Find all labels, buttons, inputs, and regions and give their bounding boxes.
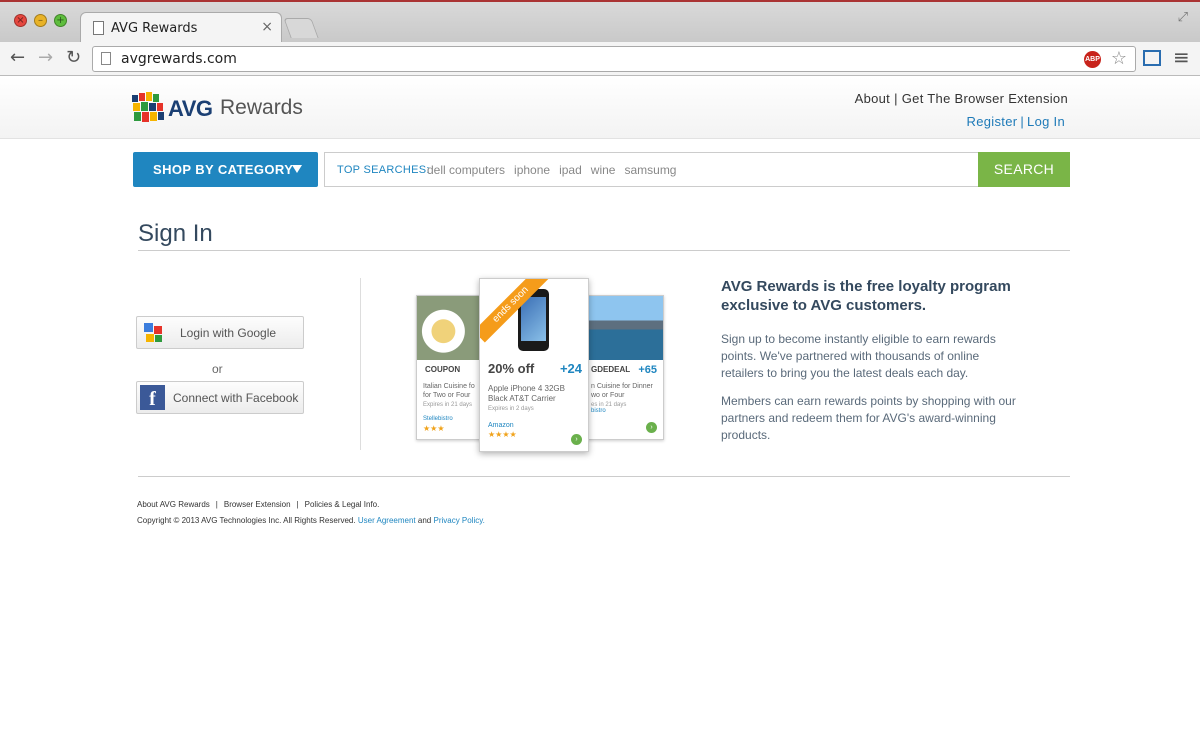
- deal-type: GDEDEAL: [591, 365, 631, 374]
- browser-titlebar: × – + AVG Rewards × ⤢: [0, 0, 1200, 44]
- close-icon: ×: [16, 15, 25, 26]
- and-text: and: [417, 516, 432, 525]
- top-links: About | Get The Browser Extension: [855, 91, 1068, 106]
- forward-arrow-icon[interactable]: →: [38, 47, 53, 68]
- connect-with-facebook-button[interactable]: f Connect with Facebook: [136, 381, 304, 414]
- top-search-term[interactable]: iphone: [514, 163, 550, 177]
- top-search-term[interactable]: samsumg: [624, 163, 676, 177]
- back-arrow-icon[interactable]: ←: [10, 47, 25, 68]
- promo-heading: AVG Rewards is the free loyalty program …: [721, 278, 1011, 314]
- page-icon: [93, 21, 104, 35]
- screen-capture-icon[interactable]: [1143, 50, 1161, 66]
- food-photo: [417, 296, 483, 360]
- deal-expiry: Expires in 2 days: [488, 406, 534, 412]
- footer-extension-link[interactable]: Browser Extension: [224, 500, 291, 509]
- url-text[interactable]: avgrewards.com: [121, 51, 237, 67]
- page-title: Sign In: [138, 220, 213, 247]
- register-link[interactable]: Register: [967, 114, 1018, 129]
- facebook-icon: f: [140, 385, 165, 410]
- footer-separator: |: [296, 500, 299, 509]
- login-link[interactable]: Log In: [1027, 114, 1065, 129]
- top-searches-label: TOP SEARCHES:: [337, 164, 430, 176]
- about-link[interactable]: About: [855, 91, 890, 106]
- shop-by-category-label: SHOP BY CATEGORY: [153, 162, 294, 177]
- deal-points: +24: [559, 361, 582, 376]
- divider: [138, 250, 1070, 251]
- copyright-text: Copyright © 2013 AVG Technologies Inc. A…: [137, 516, 356, 525]
- google-icon: [144, 323, 162, 342]
- caret-down-icon: [292, 165, 302, 173]
- deal-merchant: bistro: [591, 408, 606, 414]
- copyright: Copyright © 2013 AVG Technologies Inc. A…: [137, 516, 485, 525]
- shop-by-category-button[interactable]: SHOP BY CATEGORY: [133, 152, 318, 187]
- new-tab-button[interactable]: [283, 18, 319, 38]
- privacy-policy-link[interactable]: Privacy Policy.: [433, 516, 484, 525]
- browser-toolbar: ← → ↻ avgrewards.com ABP ☆ ≡: [0, 42, 1200, 76]
- adblock-icon[interactable]: ABP: [1084, 51, 1101, 68]
- brand-subtitle[interactable]: Rewards: [220, 96, 303, 120]
- close-window-button[interactable]: ×: [14, 14, 27, 27]
- deal-description: Italian Cuisine fo for Two or Four: [423, 383, 475, 399]
- footer-policies-link[interactable]: Policies & Legal Info.: [305, 500, 380, 509]
- go-arrow-icon: ›: [646, 422, 657, 433]
- promo-paragraph: Sign up to become instantly eligible to …: [721, 332, 996, 380]
- facebook-button-label: Connect with Facebook: [173, 391, 299, 405]
- deal-points: +65: [638, 364, 657, 376]
- account-links: Register | Log In: [967, 114, 1065, 129]
- deal-type: COUPON: [425, 365, 461, 374]
- or-label: or: [212, 362, 223, 376]
- vertical-divider: [360, 278, 361, 450]
- star-icon[interactable]: ☆: [1111, 48, 1127, 69]
- deal-card-featured: ends soon 20% off +24 Apple iPhone 4 32G…: [479, 278, 589, 452]
- tab-title: AVG Rewards: [111, 21, 198, 36]
- address-bar[interactable]: avgrewards.com ABP ☆: [92, 46, 1136, 72]
- deal-merchant: Stellebistro: [423, 416, 453, 422]
- deal-card-goodeal: GDEDEAL +65 n Cuisine for Dinner wo or Fo…: [588, 295, 664, 440]
- top-search-term[interactable]: dell computers: [427, 163, 505, 177]
- login-with-google-button[interactable]: Login with Google: [136, 316, 304, 349]
- deal-description: n Cuisine for Dinner wo or Four: [591, 383, 653, 399]
- go-arrow-icon: ›: [571, 434, 582, 445]
- brand-name[interactable]: AVG: [168, 96, 213, 122]
- link-separator: |: [1020, 114, 1025, 129]
- top-search-term[interactable]: wine: [591, 163, 616, 177]
- google-button-label: Login with Google: [180, 326, 277, 340]
- search-button[interactable]: SEARCH: [978, 152, 1070, 187]
- link-separator: |: [894, 91, 898, 106]
- top-search-terms: dell computers iphone ipad wine samsumg: [427, 163, 685, 177]
- browser-extension-link[interactable]: Get The Browser Extension: [902, 91, 1068, 106]
- footer-links: About AVG Rewards | Browser Extension | Poli…: [137, 500, 379, 509]
- page: AVG Rewards About | Get The Browser Extens…: [0, 77, 1200, 735]
- plus-icon: +: [56, 15, 65, 26]
- site-header: AVG Rewards About | Get The Browser Extens…: [0, 77, 1200, 139]
- top-search-term[interactable]: ipad: [559, 163, 582, 177]
- reload-icon[interactable]: ↻: [66, 47, 81, 68]
- deal-description: Apple iPhone 4 32GB Black AT&T Carrier: [488, 384, 565, 403]
- menu-icon[interactable]: ≡: [1173, 45, 1190, 69]
- deal-card-coupon: COUPON Italian Cuisine fo for Two or Four…: [416, 295, 484, 440]
- footer-separator: |: [215, 500, 218, 509]
- fullscreen-icon[interactable]: ⤢: [1178, 10, 1188, 25]
- footer-divider: [138, 476, 1070, 477]
- deal-discount: 20% off: [488, 361, 535, 376]
- footer-about-link[interactable]: About AVG Rewards: [137, 500, 210, 509]
- rating-stars: ★★★: [423, 424, 445, 433]
- deal-expiry: Expires in 21 days: [423, 402, 473, 408]
- tab-close-button[interactable]: ×: [261, 19, 273, 35]
- promo-paragraph: Members can earn rewards points by shopp…: [721, 394, 1016, 442]
- page-icon: [101, 52, 111, 65]
- minimize-icon: –: [38, 15, 43, 26]
- search-input[interactable]: TOP SEARCHES: dell computers iphone ipad wi…: [324, 152, 979, 187]
- deal-merchant: Amazon: [488, 422, 514, 429]
- maximize-window-button[interactable]: +: [54, 14, 67, 27]
- rating-stars: ★★★★: [488, 430, 517, 439]
- lake-photo: [589, 296, 663, 360]
- browser-tab[interactable]: AVG Rewards ×: [80, 12, 282, 44]
- avg-logo-icon[interactable]: [130, 91, 166, 125]
- user-agreement-link[interactable]: User Agreement: [358, 516, 416, 525]
- minimize-window-button[interactable]: –: [34, 14, 47, 27]
